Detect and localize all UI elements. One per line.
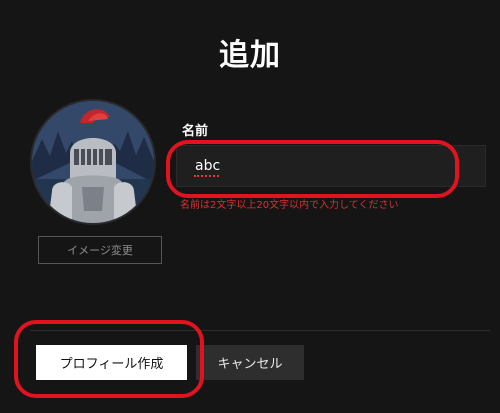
add-profile-page: 追加 イメージ変更 名前 名前は2文字以上20文 (0, 0, 500, 413)
knight-avatar-icon (32, 101, 154, 223)
name-field-label: 名前 (182, 124, 209, 139)
change-image-button[interactable]: イメージ変更 (38, 236, 162, 264)
name-input[interactable] (176, 145, 486, 187)
name-error-message: 名前は2文字以上20文字以内で入力してください (180, 200, 399, 211)
divider (30, 330, 490, 331)
cancel-button[interactable]: キャンセル (196, 345, 304, 380)
create-profile-button[interactable]: プロフィール作成 (36, 345, 187, 380)
profile-avatar[interactable] (32, 101, 154, 223)
page-title: 追加 (219, 38, 281, 73)
